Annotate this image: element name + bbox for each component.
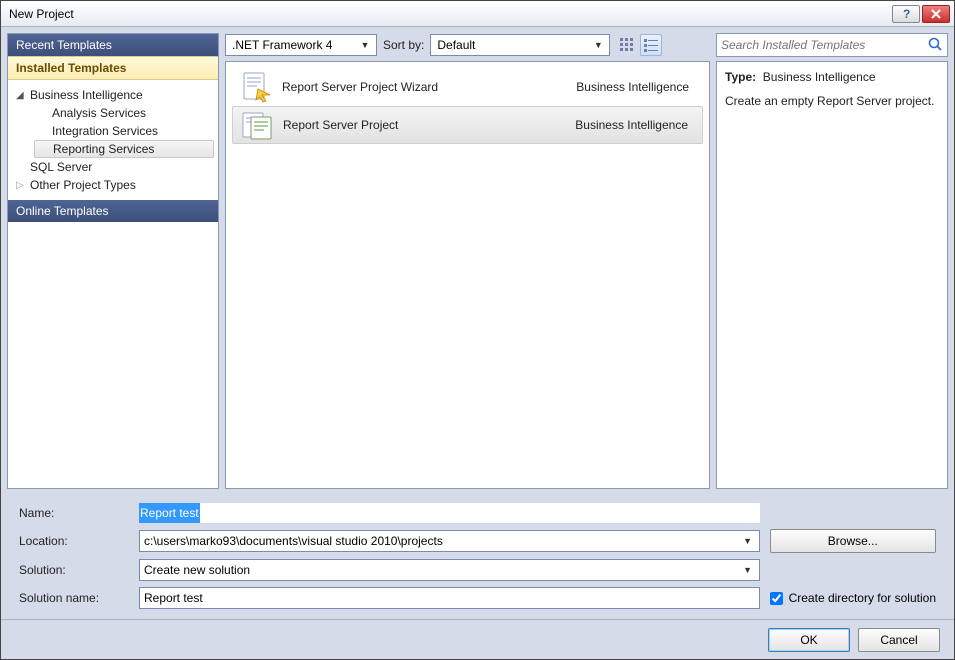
report-project-icon xyxy=(241,109,273,141)
details-view-button[interactable] xyxy=(640,34,662,56)
cancel-button[interactable]: Cancel xyxy=(858,628,940,652)
tree-item-label: Other Project Types xyxy=(30,178,136,192)
titlebar: New Project ? xyxy=(1,1,954,27)
tree-item-reporting[interactable]: Reporting Services xyxy=(34,140,214,158)
name-input[interactable]: Report test xyxy=(139,503,760,523)
tree-item-sql-server[interactable]: SQL Server xyxy=(12,158,214,176)
window-title: New Project xyxy=(5,7,890,21)
solution-combo[interactable]: Create new solution ▼ xyxy=(139,559,760,581)
name-input-value: Report test xyxy=(139,503,200,523)
tree-item-label: Business Intelligence xyxy=(30,88,143,102)
location-label: Location: xyxy=(19,534,129,548)
collapse-arrow-icon: ▷ xyxy=(16,180,24,191)
view-mode-buttons xyxy=(616,34,662,56)
chevron-down-icon: ▼ xyxy=(741,536,755,546)
chevron-down-icon: ▼ xyxy=(741,565,755,575)
location-combo[interactable]: c:\users\marko93\documents\visual studio… xyxy=(139,530,760,552)
sortby-label: Sort by: xyxy=(383,38,424,52)
svg-text:?: ? xyxy=(903,7,910,21)
template-category: Business Intelligence xyxy=(576,80,695,94)
chevron-down-icon: ▼ xyxy=(358,40,372,50)
ok-button[interactable]: OK xyxy=(768,628,850,652)
framework-combo[interactable]: .NET Framework 4 ▼ xyxy=(225,34,377,56)
chevron-down-icon: ▼ xyxy=(591,40,605,50)
tree-item-integration[interactable]: Integration Services xyxy=(34,122,214,140)
tree-item-label: Integration Services xyxy=(52,124,158,138)
tree-item-label: Reporting Services xyxy=(53,142,154,156)
description-text: Create an empty Report Server project. xyxy=(725,94,939,108)
recent-templates-header[interactable]: Recent Templates xyxy=(8,34,218,56)
solution-label: Solution: xyxy=(19,563,129,577)
help-button[interactable]: ? xyxy=(892,5,920,23)
create-directory-label: Create directory for solution xyxy=(789,591,936,605)
expand-arrow-icon: ◢ xyxy=(16,90,24,101)
close-button[interactable] xyxy=(922,5,950,23)
location-value: c:\users\marko93\documents\visual studio… xyxy=(144,534,741,548)
create-directory-checkbox[interactable]: Create directory for solution xyxy=(770,591,936,605)
search-icon xyxy=(927,36,943,55)
type-label: Type: xyxy=(725,70,756,84)
name-label: Name: xyxy=(19,506,129,520)
right-column: Type: Business Intelligence Create an em… xyxy=(716,33,948,489)
dialog-body: Recent Templates Installed Templates ◢ B… xyxy=(1,27,954,659)
framework-combo-value: .NET Framework 4 xyxy=(232,38,358,52)
small-icons-view-button[interactable] xyxy=(616,34,638,56)
template-item-wizard[interactable]: Report Server Project Wizard Business In… xyxy=(232,68,703,106)
template-name: Report Server Project Wizard xyxy=(282,80,566,94)
tree-sub-bi: Analysis Services Integration Services R… xyxy=(12,104,214,158)
search-box[interactable] xyxy=(716,33,948,57)
template-list[interactable]: Report Server Project Wizard Business In… xyxy=(225,61,710,489)
tree-item-other-types[interactable]: ▷ Other Project Types xyxy=(12,176,214,194)
tree-item-analysis[interactable]: Analysis Services xyxy=(34,104,214,122)
sortby-combo[interactable]: Default ▼ xyxy=(430,34,610,56)
type-value: Business Intelligence xyxy=(763,70,876,84)
search-input[interactable] xyxy=(721,38,927,52)
template-categories-sidebar: Recent Templates Installed Templates ◢ B… xyxy=(7,33,219,489)
type-row: Type: Business Intelligence xyxy=(725,70,939,84)
upper-area: Recent Templates Installed Templates ◢ B… xyxy=(1,27,954,495)
installed-templates-header[interactable]: Installed Templates xyxy=(8,56,218,80)
center-toolbar: .NET Framework 4 ▼ Sort by: Default ▼ xyxy=(225,33,710,57)
template-item-report-server[interactable]: Report Server Project Business Intellige… xyxy=(232,106,703,144)
project-form: Name: Report test Location: c:\users\mar… xyxy=(1,495,954,619)
browse-button[interactable]: Browse... xyxy=(770,529,936,553)
tree-item-label: Analysis Services xyxy=(52,106,146,120)
create-directory-check-input[interactable] xyxy=(770,592,783,605)
solution-name-label: Solution name: xyxy=(19,591,129,605)
report-wizard-icon xyxy=(240,71,272,103)
templates-tree: ◢ Business Intelligence Analysis Service… xyxy=(8,80,218,200)
sidebar-spacer xyxy=(8,222,218,488)
solution-name-input[interactable] xyxy=(139,587,760,609)
tree-item-business-intelligence[interactable]: ◢ Business Intelligence xyxy=(12,86,214,104)
online-templates-header[interactable]: Online Templates xyxy=(8,200,218,222)
solution-value: Create new solution xyxy=(144,563,741,577)
template-name: Report Server Project xyxy=(283,118,565,132)
sortby-combo-value: Default xyxy=(437,38,591,52)
center-column: .NET Framework 4 ▼ Sort by: Default ▼ xyxy=(225,33,710,489)
description-panel: Type: Business Intelligence Create an em… xyxy=(716,61,948,489)
template-category: Business Intelligence xyxy=(575,118,694,132)
tree-item-label: SQL Server xyxy=(30,160,92,174)
dialog-footer: OK Cancel xyxy=(1,619,954,659)
